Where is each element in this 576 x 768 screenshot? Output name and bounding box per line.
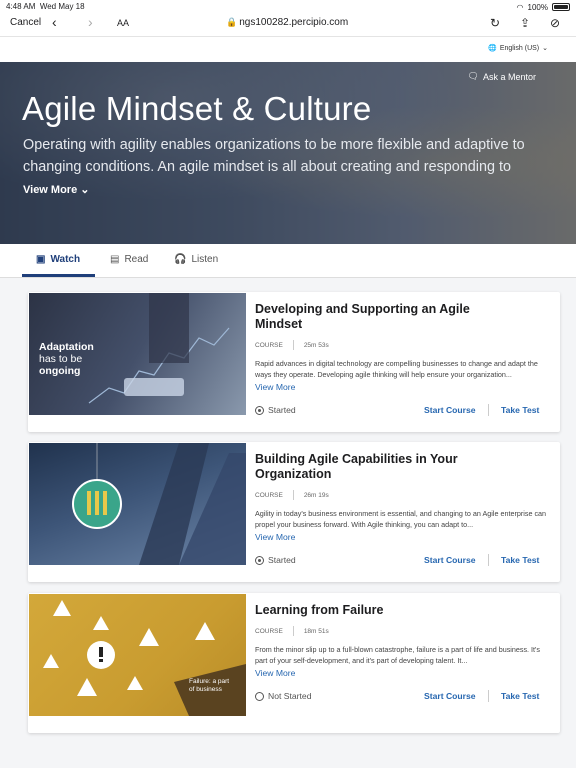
course-title[interactable]: Learning from Failure: [255, 603, 485, 618]
hero-banner: 🗨 Ask a Mentor Agile Mindset & Culture O…: [0, 62, 576, 244]
active-tab-indicator: [22, 274, 95, 277]
view-more-link[interactable]: View More: [255, 532, 295, 542]
take-test-button[interactable]: Take Test: [501, 555, 539, 565]
course-duration: 26m 19s: [303, 491, 329, 499]
course-type: COURSE: [255, 491, 283, 499]
thumb-text: Adaptation: [39, 341, 94, 353]
take-test-button[interactable]: Take Test: [501, 691, 539, 701]
url-field[interactable]: 🔒 ngs100282.percipio.com: [226, 17, 348, 28]
ios-status-bar: 4:48 AM Wed May 18 ◠ 100%: [0, 0, 576, 12]
url-text: ngs100282.percipio.com: [239, 17, 349, 28]
start-course-button[interactable]: Start Course: [424, 405, 476, 415]
thumb-text: ongoing: [39, 365, 81, 377]
chevron-down-icon: ⌄: [542, 45, 548, 52]
start-course-button[interactable]: Start Course: [424, 555, 476, 565]
course-card[interactable]: Failure: a part of business Learning fro…: [28, 593, 560, 733]
chevron-down-icon: ⌄: [80, 184, 90, 196]
browser-toolbar: Cancel ‹ › AA 🔒 ngs100282.percipio.com ↻ …: [0, 12, 576, 36]
course-meta: COURSE 26m 19s: [255, 490, 329, 500]
course-type: COURSE: [255, 341, 283, 349]
started-icon: [255, 555, 264, 565]
text-size-button[interactable]: AA: [117, 18, 129, 28]
globe-icon: 🌐: [488, 45, 497, 52]
course-type: COURSE: [255, 627, 283, 635]
course-meta: COURSE 25m 53s: [255, 340, 329, 350]
language-selector[interactable]: 🌐 English (US) ⌄: [488, 44, 548, 53]
course-thumbnail[interactable]: [29, 443, 246, 565]
tab-read[interactable]: ▤ Read: [110, 254, 148, 265]
hero-description: Operating with agility enables organizat…: [23, 137, 525, 175]
tab-watch[interactable]: ▣ Watch: [36, 254, 80, 265]
view-more-link[interactable]: View More: [255, 382, 295, 392]
course-description: Rapid advances in digital technology are…: [255, 359, 538, 379]
ask-mentor-label: Ask a Mentor: [482, 71, 536, 82]
take-test-button[interactable]: Take Test: [501, 405, 539, 415]
tab-listen[interactable]: 🎧 Listen: [174, 254, 218, 265]
back-chevron-icon[interactable]: ‹: [52, 14, 57, 30]
thumb-text: of business: [189, 686, 222, 693]
forward-chevron-icon[interactable]: ›: [88, 14, 93, 30]
lock-icon: 🔒: [226, 17, 238, 27]
video-icon: ▣: [36, 254, 46, 265]
language-label: English (US): [499, 44, 540, 52]
cancel-button[interactable]: Cancel: [10, 17, 41, 28]
battery-percent: 100%: [527, 2, 548, 12]
not-started-icon: [255, 691, 264, 701]
course-duration: 25m 53s: [303, 341, 329, 349]
status-time-date: 4:48 AM Wed May 18: [6, 2, 85, 11]
share-icon[interactable]: ⇪: [520, 16, 530, 30]
view-more-link[interactable]: View More: [255, 668, 295, 678]
chat-bubble-icon: 🗨: [467, 71, 479, 81]
thumb-text: Failure: a part: [189, 678, 230, 685]
start-course-button[interactable]: Start Course: [424, 691, 476, 701]
course-thumbnail[interactable]: Adaptation has to be ongoing: [29, 293, 246, 415]
course-status: Started: [255, 405, 296, 415]
course-description: From the minor slip up to a full-blown c…: [255, 645, 541, 665]
warning-graphic: [43, 600, 246, 716]
compass-icon[interactable]: ⊘: [550, 16, 560, 30]
headphones-icon: 🎧: [174, 254, 187, 265]
course-duration: 18m 51s: [303, 627, 329, 635]
ask-mentor-button[interactable]: 🗨 Ask a Mentor: [468, 71, 536, 82]
course-thumbnail[interactable]: Failure: a part of business: [29, 594, 246, 716]
course-card[interactable]: Building Agile Capabilities in Your Orga…: [28, 442, 560, 582]
reload-icon[interactable]: ↻: [490, 16, 500, 30]
media-tabs: ▣ Watch ▤ Read 🎧 Listen: [0, 244, 576, 278]
battery-icon: [552, 3, 570, 11]
started-icon: [255, 405, 264, 415]
status-indicators: ◠ 100%: [517, 2, 570, 12]
book-icon: ▤: [110, 254, 120, 265]
hero-view-more-button[interactable]: View More ⌄: [23, 183, 90, 196]
wifi-icon: ◠: [516, 2, 524, 12]
course-description: Agility in today's business environment …: [255, 509, 547, 529]
language-bar: 🌐 English (US) ⌄: [0, 36, 576, 62]
course-card[interactable]: Adaptation has to be ongoing Developing …: [28, 292, 560, 432]
course-status: Not Started: [255, 691, 311, 701]
thumb-text: has to be: [39, 353, 83, 365]
page-title: Agile Mindset & Culture: [22, 90, 372, 127]
building-graphic: [72, 443, 246, 565]
course-title[interactable]: Building Agile Capabilities in Your Orga…: [255, 452, 485, 482]
course-meta: COURSE 18m 51s: [255, 626, 329, 636]
course-title[interactable]: Developing and Supporting an Agile Minds…: [255, 302, 485, 332]
course-status: Started: [255, 555, 296, 565]
